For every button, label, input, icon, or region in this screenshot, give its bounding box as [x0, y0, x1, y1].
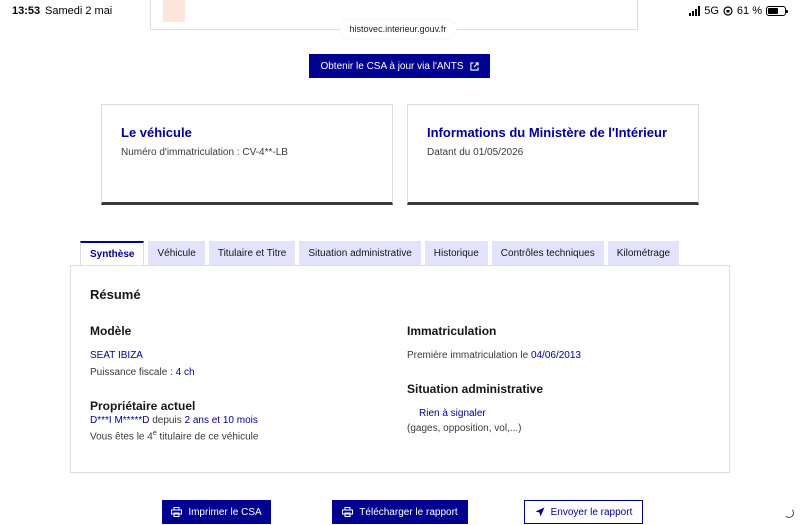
- admin-status-value: Rien à signaler: [419, 408, 486, 419]
- owner-rank-rest: titulaire de ce véhicule: [156, 431, 259, 443]
- loading-spinner-icon: [784, 508, 794, 518]
- tab-situation-administrative[interactable]: Situation administrative: [299, 241, 421, 265]
- battery-percentage: 61 %: [736, 5, 762, 17]
- owner-since-label: depuis: [149, 415, 185, 426]
- owner-name: D***I M*****D: [90, 415, 150, 426]
- address-bar[interactable]: histovec.interieur.gouv.fr: [340, 20, 456, 38]
- first-registration-date: 04/06/2013: [530, 350, 581, 361]
- first-registration-label: Première immatriculation le: [407, 350, 531, 361]
- ants-button-label: Obtenir le CSA à jour via l'ANTS: [320, 60, 464, 72]
- report-tabs: Synthèse Véhicule Titulaire et Titre Sit…: [80, 241, 680, 266]
- print-csa-button[interactable]: Imprimer le CSA: [162, 500, 271, 524]
- tab-synthese[interactable]: Synthèse: [80, 241, 145, 266]
- status-indicators: 5G 61 %: [689, 5, 788, 17]
- model-name: SEAT IBIZA: [90, 350, 143, 361]
- print-csa-label: Imprimer le CSA: [188, 506, 262, 518]
- owner-duration: 2 ans et 10 mois: [184, 415, 258, 426]
- first-registration: Première immatriculation le 04/06/2013: [407, 350, 581, 361]
- fiscal-power-value: 4 ch: [175, 367, 195, 378]
- vehicle-card-title: Le véhicule: [121, 125, 192, 140]
- owner-heading: Propriétaire actuel: [90, 399, 196, 413]
- network-type: 5G: [704, 5, 719, 17]
- ants-csa-button[interactable]: Obtenir le CSA à jour via l'ANTS: [309, 54, 490, 78]
- owner-rank-prefix: Vous êtes le: [90, 431, 148, 443]
- tab-historique[interactable]: Historique: [424, 241, 488, 265]
- admin-status-details: (gages, opposition, vol,...): [407, 423, 522, 434]
- ministry-card: Informations du Ministère de l'Intérieur…: [407, 104, 699, 205]
- owner-rank: Vous êtes le 4e titulaire de ce véhicule: [90, 430, 258, 442]
- send-icon: [535, 507, 545, 517]
- owner-line: D***I M*****D depuis 2 ans et 10 mois: [90, 415, 258, 426]
- status-date: Samedi 2 mai: [45, 5, 113, 17]
- send-report-button[interactable]: Envoyer le rapport: [524, 500, 643, 524]
- tab-kilometrage[interactable]: Kilométrage: [607, 241, 680, 265]
- ministry-data-date: Datant du 01/05/2026: [427, 147, 524, 158]
- tab-controles-techniques[interactable]: Contrôles techniques: [491, 241, 604, 265]
- printer-icon: [171, 507, 183, 517]
- printer-icon: [342, 507, 354, 517]
- tab-vehicule[interactable]: Véhicule: [148, 241, 205, 265]
- fiscal-power: Puissance fiscale : 4 ch: [90, 367, 195, 378]
- external-link-icon: [469, 61, 479, 71]
- model-heading: Modèle: [90, 324, 132, 338]
- send-report-label: Envoyer le rapport: [550, 506, 633, 518]
- ministry-card-title: Informations du Ministère de l'Intérieur: [427, 125, 668, 140]
- tab-titulaire-et-titre[interactable]: Titulaire et Titre: [208, 241, 296, 265]
- registration-heading: Immatriculation: [407, 324, 497, 338]
- warning-icon: [163, 0, 185, 22]
- download-report-label: Télécharger le rapport: [359, 506, 458, 518]
- cellular-signal-icon: [689, 6, 701, 16]
- orientation-lock-icon: [723, 6, 733, 16]
- status-time: 13:53: [12, 5, 41, 17]
- download-report-button[interactable]: Télécharger le rapport: [332, 500, 468, 524]
- admin-status-heading: Situation administrative: [407, 382, 544, 396]
- vehicle-card: Le véhicule Numéro d'immatriculation : C…: [101, 104, 393, 205]
- fiscal-power-label: Puissance fiscale :: [90, 367, 176, 378]
- battery-icon: [766, 6, 788, 16]
- summary-panel: Résumé Modèle SEAT IBIZA Puissance fisca…: [70, 265, 730, 473]
- vehicle-plate-number: Numéro d'immatriculation : CV-4**-LB: [121, 147, 288, 158]
- summary-title: Résumé: [90, 287, 141, 302]
